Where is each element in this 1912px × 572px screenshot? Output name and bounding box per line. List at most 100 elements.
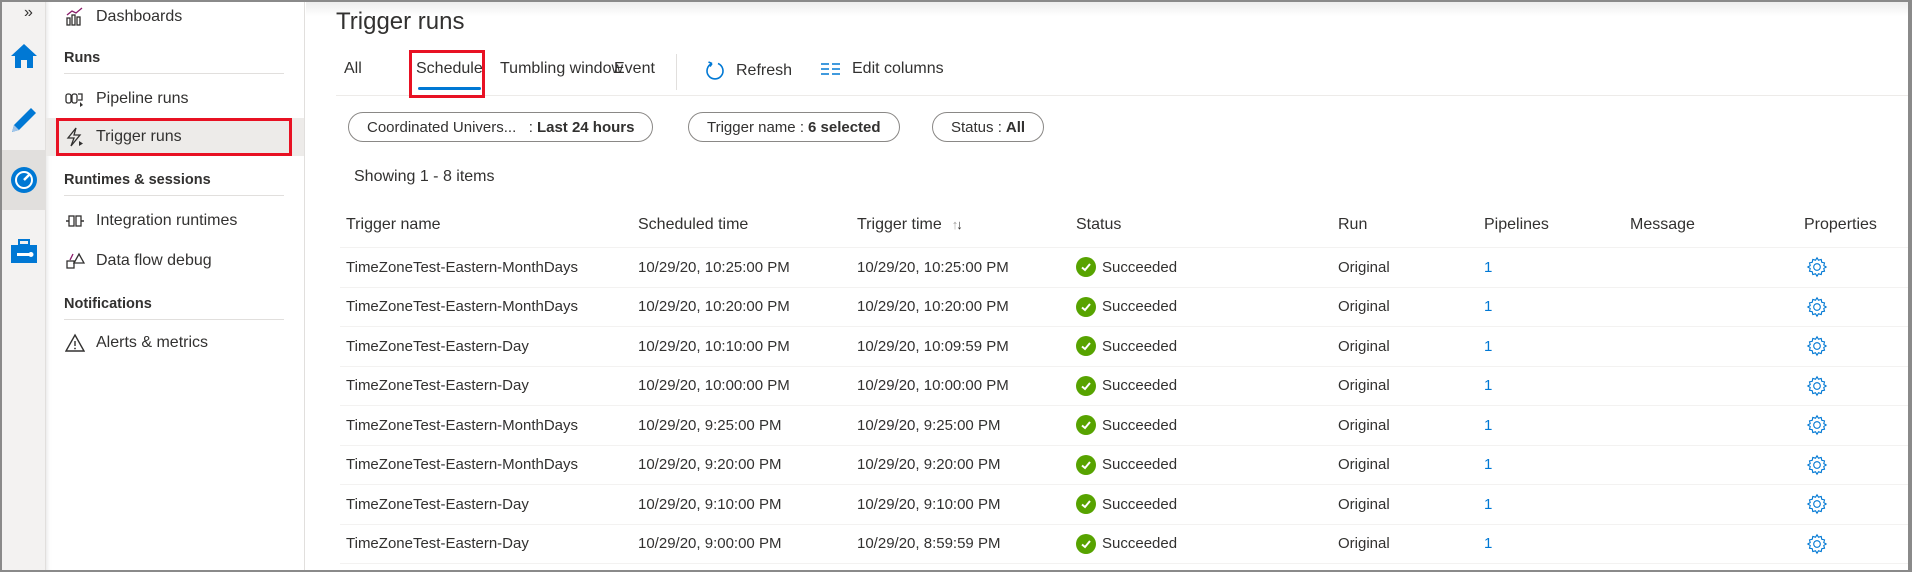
sidebar-item-alerts-metrics[interactable]: Alerts & metrics xyxy=(46,324,304,362)
pipelines-link[interactable]: 1 xyxy=(1484,485,1492,524)
table-row[interactable]: TimeZoneTest-Eastern-Day 10/29/20, 10:10… xyxy=(340,327,1908,367)
sidebar-item-dashboards[interactable]: Dashboards xyxy=(46,0,304,36)
status-filter-pill[interactable]: Status : All xyxy=(932,112,1045,142)
column-header-message[interactable]: Message xyxy=(1630,202,1695,247)
gear-icon xyxy=(1806,454,1828,475)
properties-button[interactable] xyxy=(1804,446,1828,485)
table-row[interactable]: TimeZoneTest-Eastern-MonthDays 10/29/20,… xyxy=(340,248,1908,288)
status-text: Succeeded xyxy=(1102,298,1178,316)
status-text: Succeeded xyxy=(1102,258,1178,276)
main-content: Trigger runs All Schedule Tumbling windo… xyxy=(306,2,1908,570)
pipelines-link[interactable]: 1 xyxy=(1484,446,1492,485)
scheduled-time-cell: 10/29/20, 9:10:00 PM xyxy=(638,495,782,513)
status-cell: Succeeded xyxy=(1076,367,1177,406)
column-header-trigger-name[interactable]: Trigger name xyxy=(346,202,441,247)
properties-button[interactable] xyxy=(1804,327,1828,366)
sidebar-item-label: Alerts & metrics xyxy=(96,334,209,351)
pipelines-link[interactable]: 1 xyxy=(1484,406,1492,445)
success-check-icon xyxy=(1076,336,1096,357)
run-cell: Original xyxy=(1338,495,1390,513)
tab-bar: All Schedule Tumbling window Event Refre… xyxy=(336,50,1908,98)
expand-icon[interactable]: » xyxy=(24,4,33,22)
properties-button[interactable] xyxy=(1804,248,1828,287)
time-filter-pill[interactable]: Coordinated Univers... : Last 24 hours xyxy=(348,112,654,142)
table-row[interactable]: TimeZoneTest-Eastern-MonthDays 10/29/20,… xyxy=(340,406,1908,446)
pipelines-link[interactable]: 1 xyxy=(1484,248,1492,287)
top-shadow xyxy=(306,2,1908,16)
trigger-name-cell: TimeZoneTest-Eastern-Day xyxy=(346,377,529,395)
run-cell: Original xyxy=(1338,298,1390,316)
run-cell: Original xyxy=(1338,337,1390,355)
scheduled-time-cell: 10/29/20, 9:20:00 PM xyxy=(638,456,782,474)
status-cell: Succeeded xyxy=(1076,327,1177,366)
column-header-scheduled-time[interactable]: Scheduled time xyxy=(638,202,748,247)
trigger-name-cell: TimeZoneTest-Eastern-MonthDays xyxy=(346,456,579,474)
filter-sep: : xyxy=(799,118,804,136)
filter-sep: : xyxy=(528,118,533,136)
properties-button[interactable] xyxy=(1804,406,1828,445)
filter-value: Last 24 hours xyxy=(536,118,635,136)
filter-value: 6 selected xyxy=(808,118,881,136)
sidebar-item-label: Integration runtimes xyxy=(96,212,238,229)
filter-label: Trigger name xyxy=(707,118,796,136)
success-check-icon xyxy=(1076,533,1096,554)
column-header-pipelines[interactable]: Pipelines xyxy=(1484,202,1549,247)
trigger-name-cell: TimeZoneTest-Eastern-MonthDays xyxy=(346,298,579,316)
tab-all[interactable]: All xyxy=(344,60,362,90)
table-row[interactable]: TimeZoneTest-Eastern-Day 10/29/20, 9:00:… xyxy=(340,525,1908,564)
sort-icon[interactable]: ↑↓ xyxy=(952,217,963,232)
refresh-button[interactable]: Refresh xyxy=(704,60,792,82)
sidebar-item-integration-runtimes[interactable]: Integration runtimes xyxy=(46,202,304,240)
scheduled-time-cell: 10/29/20, 10:25:00 PM xyxy=(638,258,790,276)
properties-button[interactable] xyxy=(1804,288,1828,327)
rail-monitor-button[interactable] xyxy=(2,150,46,210)
run-cell: Original xyxy=(1338,377,1390,395)
properties-button[interactable] xyxy=(1804,367,1828,406)
trigger-name-cell: TimeZoneTest-Eastern-Day xyxy=(346,337,529,355)
scheduled-time-cell: 10/29/20, 10:00:00 PM xyxy=(638,377,790,395)
table-row[interactable]: TimeZoneTest-Eastern-MonthDays 10/29/20,… xyxy=(340,446,1908,485)
scheduled-time-cell: 10/29/20, 10:20:00 PM xyxy=(638,298,790,316)
gear-icon xyxy=(1806,494,1828,515)
success-check-icon xyxy=(1076,375,1096,396)
edit-columns-button[interactable]: Edit columns xyxy=(820,60,944,78)
gear-icon xyxy=(1806,533,1828,554)
properties-button[interactable] xyxy=(1804,525,1828,564)
trigger-time-cell: 10/29/20, 9:25:00 PM xyxy=(857,416,1001,434)
tab-tumbling-window[interactable]: Tumbling window xyxy=(500,60,623,90)
pipelines-link[interactable]: 1 xyxy=(1484,327,1492,366)
sidebar-item-data-flow-debug[interactable]: Data flow debug xyxy=(46,242,304,280)
trigger-time-cell: 10/29/20, 10:25:00 PM xyxy=(857,258,1009,276)
column-header-trigger-time[interactable]: Trigger time ↑↓ xyxy=(857,202,963,247)
properties-button[interactable] xyxy=(1804,485,1828,524)
pipelines-link[interactable]: 1 xyxy=(1484,367,1492,406)
pipelines-link[interactable]: 1 xyxy=(1484,525,1492,564)
run-cell: Original xyxy=(1338,416,1390,434)
trigger-name-filter-pill[interactable]: Trigger name :6 selected xyxy=(688,112,900,142)
column-header-properties[interactable]: Properties xyxy=(1804,202,1877,247)
status-cell: Succeeded xyxy=(1076,525,1177,564)
sidebar-item-pipeline-runs[interactable]: Pipeline runs xyxy=(46,80,304,118)
rail-author-button[interactable] xyxy=(2,94,46,146)
pipelines-link[interactable]: 1 xyxy=(1484,288,1492,327)
sidebar-item-trigger-runs[interactable]: Trigger runs xyxy=(46,118,304,156)
column-header-status[interactable]: Status xyxy=(1076,202,1121,247)
table-body: TimeZoneTest-Eastern-MonthDays 10/29/20,… xyxy=(340,248,1908,564)
section-notifications: Notifications xyxy=(64,288,284,320)
scheduled-time-cell: 10/29/20, 9:25:00 PM xyxy=(638,416,782,434)
status-cell: Succeeded xyxy=(1076,248,1177,287)
rail-home-button[interactable] xyxy=(2,30,46,82)
home-icon xyxy=(11,44,37,68)
table-row[interactable]: TimeZoneTest-Eastern-Day 10/29/20, 9:10:… xyxy=(340,485,1908,525)
pipeline-runs-icon xyxy=(64,88,86,110)
tab-event[interactable]: Event xyxy=(614,60,655,90)
rail-manage-button[interactable] xyxy=(2,226,46,278)
success-check-icon xyxy=(1076,415,1096,436)
filter-sep: : xyxy=(997,118,1002,136)
table-row[interactable]: TimeZoneTest-Eastern-Day 10/29/20, 10:00… xyxy=(340,367,1908,406)
trigger-time-cell: 10/29/20, 8:59:59 PM xyxy=(857,535,1001,553)
table-row[interactable]: TimeZoneTest-Eastern-MonthDays 10/29/20,… xyxy=(340,288,1908,327)
column-header-run[interactable]: Run xyxy=(1338,202,1367,247)
run-cell: Original xyxy=(1338,258,1390,276)
dashboard-chart-icon xyxy=(64,6,86,28)
